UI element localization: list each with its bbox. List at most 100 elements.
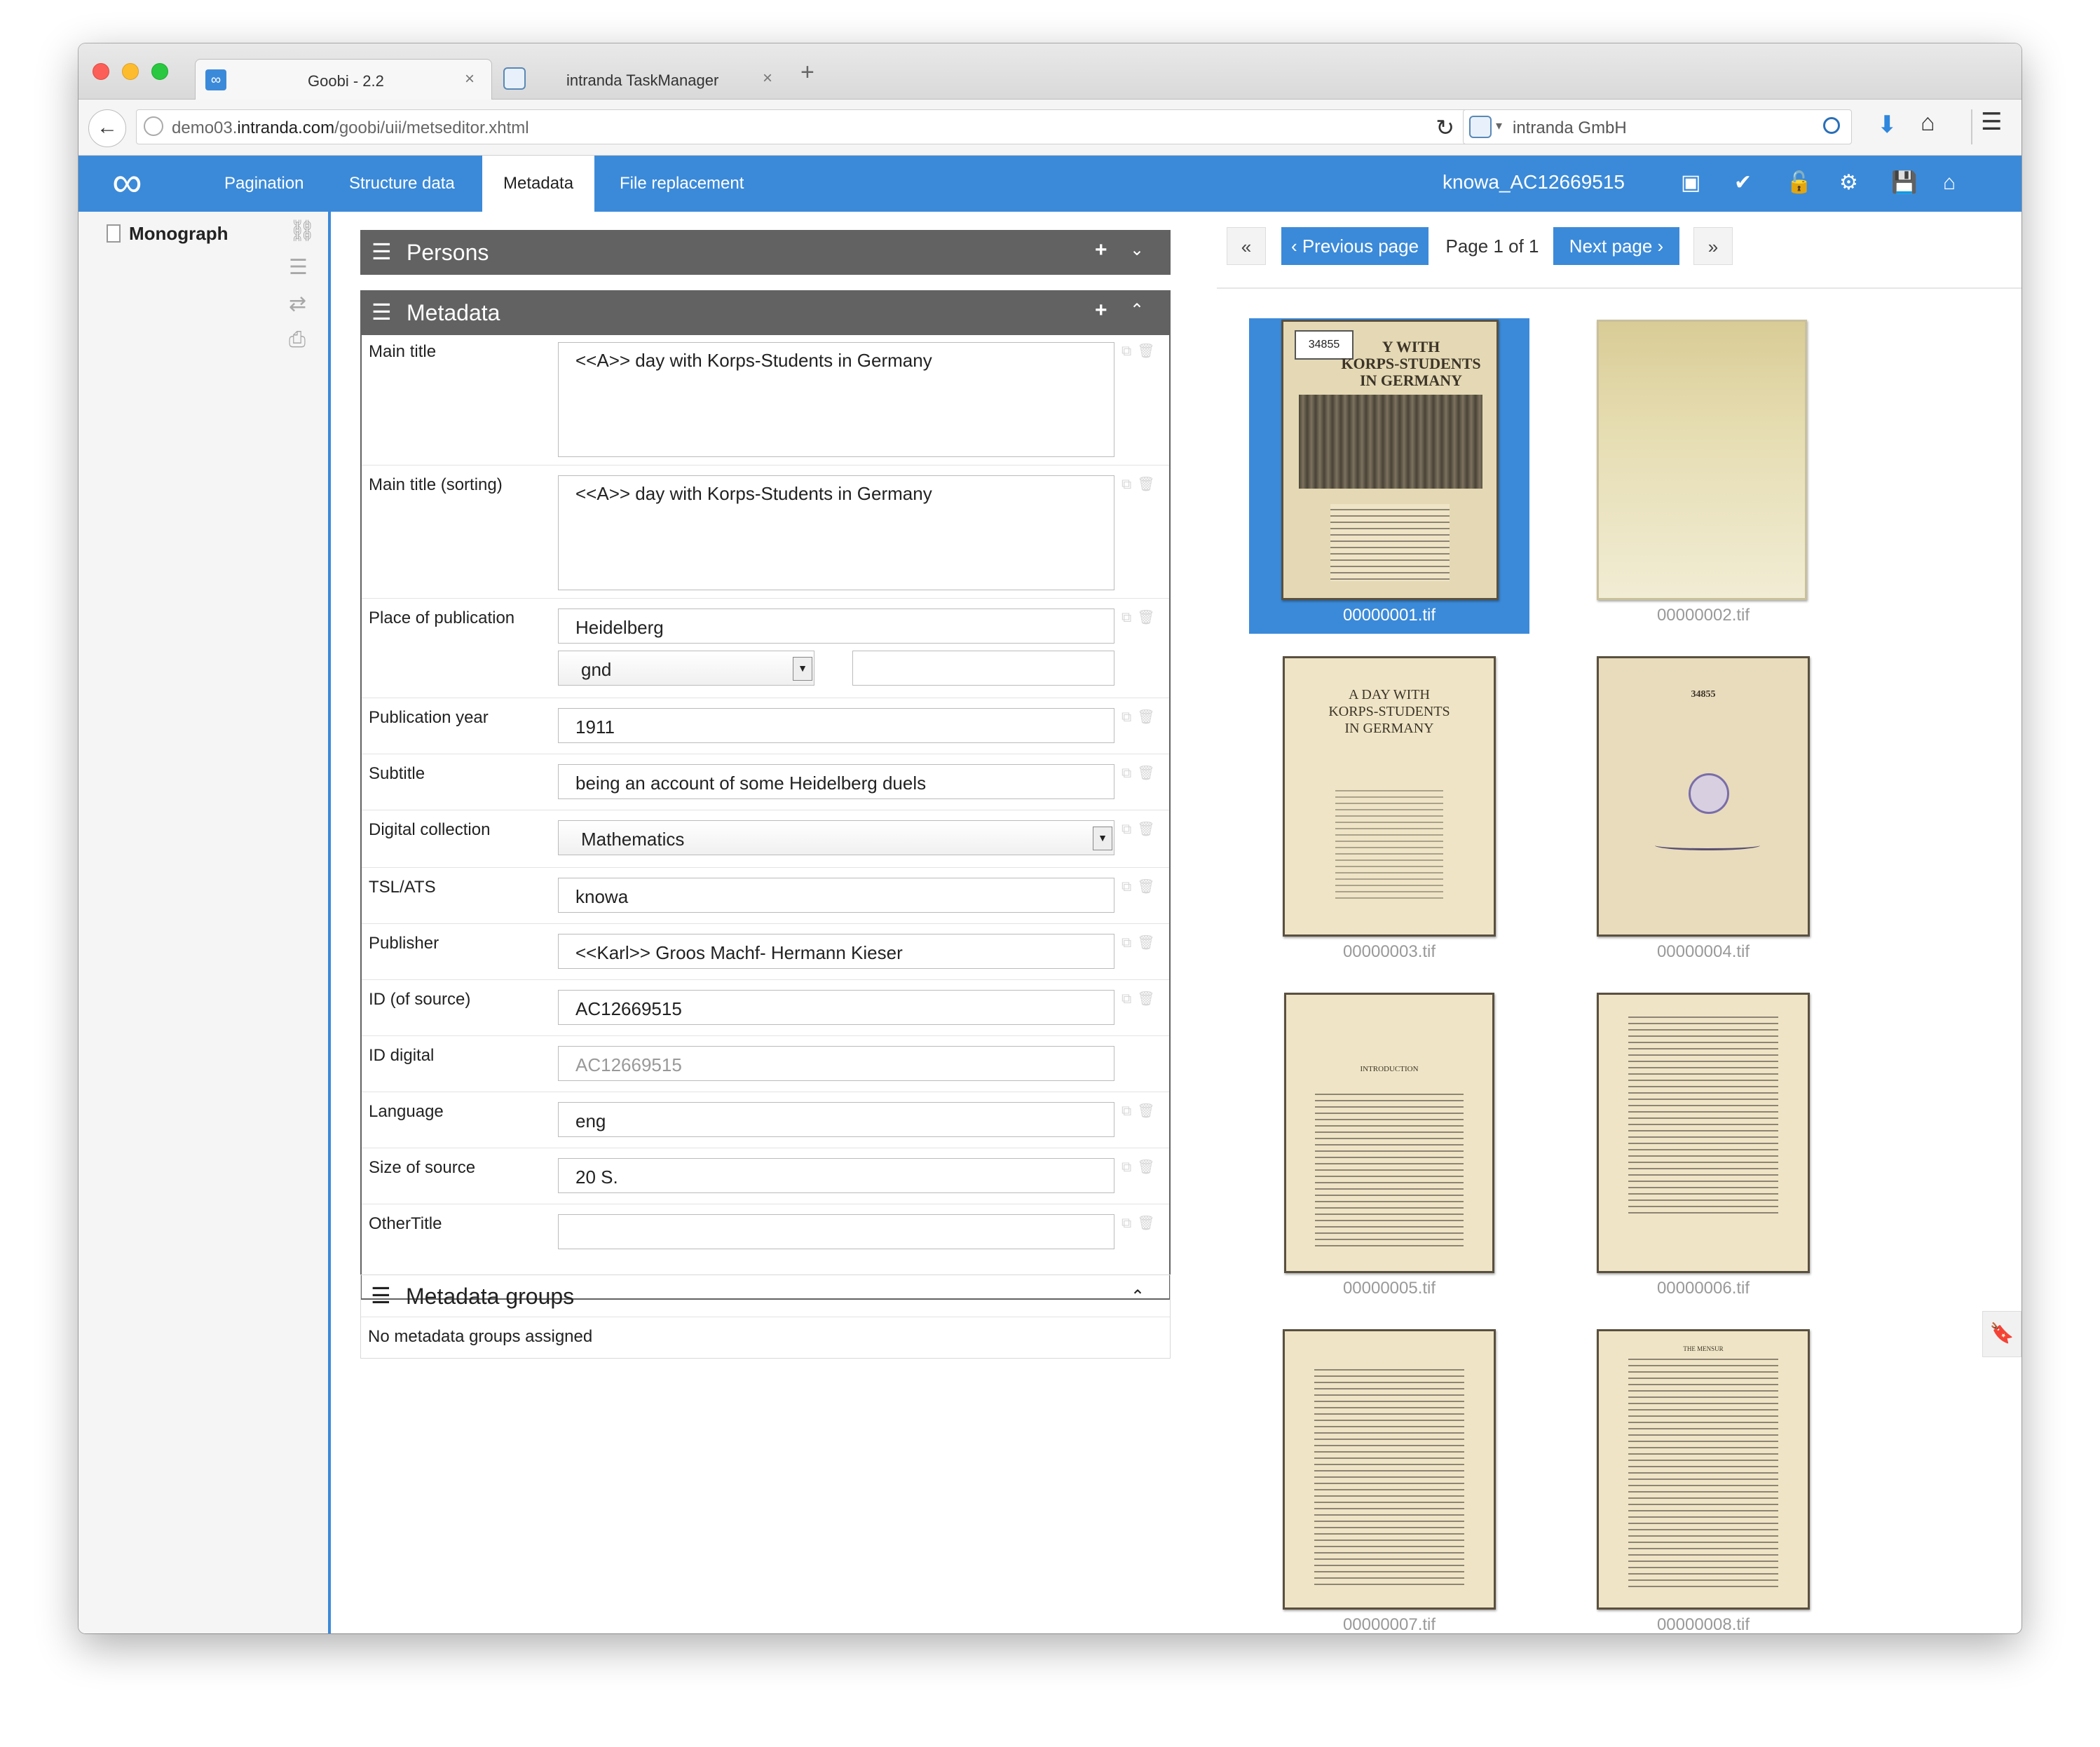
copy-delete-icons[interactable]: ⧉🗑 (1121, 342, 1161, 360)
subtitle-input[interactable]: being an account of some Heidelberg duel… (558, 764, 1114, 799)
previous-page-button[interactable]: ‹ Previous page (1281, 227, 1429, 265)
thumbnail-00000002[interactable]: 00000002.tif (1563, 318, 1843, 634)
chevron-up-icon[interactable]: ⌃ (1131, 1286, 1145, 1307)
new-tab-button[interactable]: + (800, 59, 814, 86)
browser-tab-goobi[interactable]: ∞ Goobi - 2.2 × (195, 59, 492, 100)
close-tab-icon[interactable]: × (763, 69, 772, 88)
dropdown-arrow-icon[interactable]: ▼ (1093, 827, 1112, 850)
thumbnail-00000007[interactable]: 00000007.tif (1249, 1328, 1529, 1633)
digital-collection-select[interactable]: Mathematics ▼ (558, 820, 1114, 855)
close-window-button[interactable] (93, 63, 109, 80)
thumbnail-00000005[interactable]: INTRODUCTION 00000005.tif (1249, 991, 1529, 1307)
link-off-icon[interactable]: ⛓ (289, 219, 315, 243)
thumbnail-00000003[interactable]: A DAY WITH KORPS-STUDENTS IN GERMANY 000… (1249, 655, 1529, 970)
copy-delete-icons[interactable]: ⧉🗑 (1121, 990, 1161, 1007)
add-metadata-button[interactable]: + (1095, 299, 1107, 322)
page-text-lines (1315, 1088, 1464, 1249)
thumbnail-00000004[interactable]: 34855 00000004.tif (1563, 655, 1843, 970)
address-bar[interactable]: demo03.intranda.com/goobi/uii/metseditor… (136, 109, 1468, 144)
swap-icon[interactable]: ⇄ (289, 292, 306, 316)
persons-panel-header[interactable]: ☰ Persons + ⌄ (360, 230, 1171, 275)
copy-delete-icons[interactable]: ⧉🗑 (1121, 1158, 1161, 1176)
check-icon[interactable]: ✔ (1734, 172, 1752, 193)
last-page-button[interactable]: » (1693, 227, 1733, 265)
url-host: intranda.com (237, 118, 335, 137)
copy-delete-icons[interactable]: ⧉🗑 (1121, 764, 1161, 782)
page-number: 34855 (1691, 689, 1716, 700)
authority-value-input[interactable] (852, 651, 1114, 686)
print-icon[interactable]: ⎙ (289, 328, 306, 352)
thumbnail-00000001[interactable]: 34855 Y WITH KORPS-STUDENTS IN GERMANY 0… (1249, 318, 1529, 634)
bookmark-icon[interactable]: 🔖 (1982, 1311, 2021, 1357)
copy-delete-icons[interactable]: ⧉🗑 (1121, 878, 1161, 895)
tab-metadata[interactable]: Metadata (482, 156, 595, 212)
menu-icon[interactable]: ☰ (1981, 108, 2002, 136)
unlock-icon[interactable]: 🔓 (1786, 172, 1812, 193)
gear-icon[interactable]: ⚙ (1839, 172, 1858, 193)
othertitle-input[interactable] (558, 1214, 1114, 1249)
home-icon[interactable]: ⌂ (1921, 109, 1935, 137)
copy-delete-icons[interactable]: ⧉🗑 (1121, 934, 1161, 951)
metadata-row-othertitle: OtherTitle ⧉🗑 (362, 1204, 1169, 1263)
zoom-window-button[interactable] (151, 63, 168, 80)
id-of-source-input[interactable]: AC12669515 (558, 990, 1114, 1025)
page-image (1283, 1329, 1496, 1610)
copy-delete-icons[interactable]: ⧉🗑 (1121, 708, 1161, 726)
metadata-groups-header[interactable]: ☰ Metadata groups ⌃ (361, 1275, 1170, 1317)
tree-node-monograph[interactable]: Monograph (129, 223, 229, 245)
copy-delete-icons[interactable]: ⧉🗑 (1121, 820, 1161, 838)
menu-icon: ☰ (371, 239, 392, 264)
page-image: INTRODUCTION (1284, 993, 1494, 1273)
id-digital-input: AC12669515 (558, 1046, 1114, 1081)
list-icon[interactable]: ☰ (289, 255, 308, 280)
downloads-icon[interactable]: ⬇ (1877, 111, 1897, 139)
main-title-textarea[interactable]: <<A>> day with Korps-Students in Germany (558, 342, 1114, 457)
place-of-publication-input[interactable]: Heidelberg (558, 609, 1114, 644)
tab-pagination[interactable]: Pagination (203, 156, 325, 212)
metadata-row-subtitle: Subtitle being an account of some Heidel… (362, 754, 1169, 810)
dropdown-arrow-icon[interactable]: ▼ (793, 657, 812, 681)
next-page-button[interactable]: Next page › (1553, 227, 1679, 265)
language-input[interactable]: eng (558, 1102, 1114, 1137)
search-bar[interactable]: ▾ intranda GmbH (1463, 109, 1852, 144)
home-app-icon[interactable]: ⌂ (1943, 172, 1956, 193)
metadata-groups-empty-text: No metadata groups assigned (368, 1327, 593, 1346)
size-of-source-input[interactable]: 20 S. (558, 1158, 1114, 1193)
thumbnail-00000008[interactable]: THE MENSUR 00000008.tif (1563, 1328, 1843, 1633)
publisher-input[interactable]: <<Karl>> Groos Machf- Hermann Kieser (558, 934, 1114, 969)
search-engine-dropdown-icon[interactable]: ▾ (1496, 118, 1502, 133)
image-icon[interactable]: ▣ (1681, 172, 1700, 193)
minimize-window-button[interactable] (122, 63, 139, 80)
reload-icon[interactable]: ↻ (1436, 114, 1454, 141)
page-status: Page 1 of 1 (1445, 236, 1539, 257)
back-button[interactable]: ← (88, 109, 126, 147)
chevron-up-icon[interactable]: ⌃ (1130, 300, 1144, 320)
metadata-row-main-title: Main title <<A>> day with Korps-Students… (362, 332, 1169, 465)
tab-file-replacement[interactable]: File replacement (599, 156, 765, 212)
browser-tab-taskmanager[interactable]: intranda TaskManager × (496, 59, 793, 100)
authority-select[interactable]: gnd ▼ (558, 651, 814, 686)
page-title: A DAY WITH KORPS-STUDENTS IN GERMANY (1328, 687, 1450, 736)
main-title-sorting-textarea[interactable]: <<A>> day with Korps-Students in Germany (558, 475, 1114, 590)
magnifier-icon[interactable] (1823, 117, 1840, 134)
thumbnail-00000006[interactable]: 00000006.tif (1563, 991, 1843, 1307)
tab-structure-data[interactable]: Structure data (328, 156, 476, 212)
copy-delete-icons[interactable]: ⧉🗑 (1121, 609, 1161, 626)
copy-delete-icons[interactable]: ⧉🗑 (1121, 1214, 1161, 1232)
toolbar-divider (1971, 109, 1972, 144)
goobi-logo-icon[interactable]: ∞ (112, 161, 142, 203)
field-label: Main title (369, 342, 437, 361)
first-page-button[interactable]: « (1227, 227, 1266, 265)
copy-delete-icons[interactable]: ⧉🗑 (1121, 1102, 1161, 1120)
menu-icon: ☰ (371, 299, 392, 325)
tsl-ats-input[interactable]: knowa (558, 878, 1114, 913)
save-icon[interactable]: 💾 (1891, 172, 1917, 193)
metadata-row-size-of-source: Size of source 20 S. ⧉🗑 (362, 1148, 1169, 1204)
add-person-button[interactable]: + (1095, 238, 1107, 262)
chevron-down-icon[interactable]: ⌄ (1130, 240, 1144, 260)
close-tab-icon[interactable]: × (465, 69, 475, 89)
metadata-panel-header[interactable]: ☰ Metadata + ⌃ (360, 290, 1171, 335)
publication-year-input[interactable]: 1911 (558, 708, 1114, 743)
copy-delete-icons[interactable]: ⧉🗑 (1121, 475, 1161, 493)
cover-title: Y WITH KORPS-STUDENTS IN GERMANY (1341, 338, 1481, 389)
